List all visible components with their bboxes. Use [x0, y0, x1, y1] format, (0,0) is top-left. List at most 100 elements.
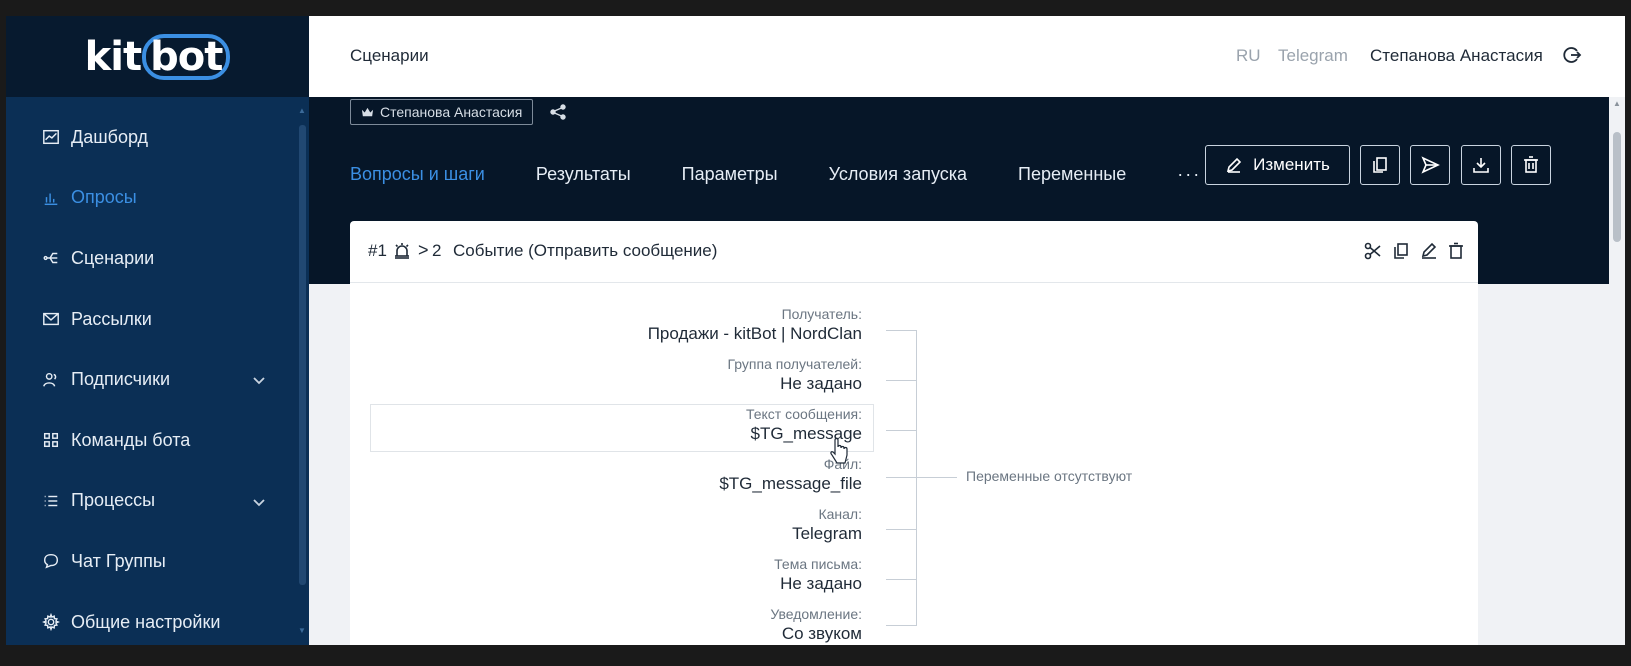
field-value: Telegram [792, 524, 862, 543]
bar-chart-icon [41, 188, 61, 208]
tab-questions-steps[interactable]: Вопросы и шаги [350, 164, 485, 188]
main-area: Сценарии RU Telegram Степанова Анастасия… [309, 16, 1625, 645]
download-button[interactable] [1461, 145, 1501, 185]
topbar: Сценарии RU Telegram Степанова Анастасия [309, 16, 1625, 97]
field-notification[interactable]: Уведомление: Со звуком [770, 605, 862, 645]
channel-switch[interactable]: Telegram [1278, 46, 1348, 66]
user-name[interactable]: Степанова Анастасия [1370, 46, 1543, 66]
mouse-cursor-icon [830, 437, 848, 464]
variables-note: Переменные отсутствуют [966, 468, 1133, 484]
sidebar-item-label: Чат Группы [71, 550, 166, 571]
delete-button[interactable] [1511, 145, 1551, 185]
field-value: Продажи - kitBot | NordClan [647, 324, 862, 343]
connector-line [886, 477, 917, 478]
tab-parameters[interactable]: Параметры [682, 164, 778, 188]
field-recipient-group[interactable]: Группа получателей: Не задано [727, 355, 862, 395]
connector-line [886, 625, 917, 626]
owner-name: Степанова Анастасия [380, 104, 523, 120]
step-title: Событие (Отправить сообщение) [453, 241, 718, 260]
sidebar-item-label: Опросы [71, 187, 137, 208]
connector-line [886, 380, 917, 381]
sidebar-item-subscribers[interactable]: Подписчики [6, 349, 296, 410]
sidebar-item-label: Рассылки [71, 308, 152, 329]
send-icon [1421, 156, 1440, 174]
sidebar-item-surveys[interactable]: Опросы [6, 168, 296, 229]
download-icon [1473, 158, 1489, 173]
main-scroll-thumb[interactable] [1613, 132, 1621, 242]
sidebar-item-bot-commands[interactable]: Команды бота [6, 410, 296, 471]
gear-icon [41, 612, 61, 632]
chevron-down-icon[interactable] [252, 371, 266, 385]
logo-text-bot: bot [142, 33, 231, 80]
sidebar-item-label: Общие настройки [71, 611, 221, 632]
connector-line [886, 579, 917, 580]
field-value: Не задано [780, 374, 862, 393]
field-recipient[interactable]: Получатель: Продажи - kitBot | NordClan [648, 305, 862, 345]
sidebar-scrollbar[interactable]: ▲ ▼ [298, 107, 306, 645]
scroll-up-icon[interactable]: ▲ [298, 107, 306, 115]
scroll-down-icon[interactable]: ▼ [298, 627, 306, 635]
step-number: #1 [368, 241, 387, 260]
copy-icon[interactable] [1392, 242, 1410, 260]
tab-results[interactable]: Результаты [536, 164, 631, 188]
step-card: #1 > 2 Событие (Отправить сообщение) Пол… [350, 221, 1478, 645]
page-title: Сценарии [350, 46, 429, 65]
field-value: Со звуком [781, 624, 862, 643]
field-value: $TG_message_file [719, 474, 862, 493]
copy-icon [1373, 157, 1387, 173]
chart-line-icon [41, 127, 61, 147]
field-label: Группа получателей: [727, 356, 862, 372]
crown-icon [361, 107, 374, 116]
list-icon [41, 491, 61, 511]
owner-badge: Степанова Анастасия [350, 99, 534, 125]
sidebar-item-chat-groups[interactable]: Чат Группы [6, 531, 296, 592]
edit-button[interactable]: Изменить [1205, 145, 1350, 185]
field-label: Текст сообщения: [745, 406, 862, 422]
mail-icon [41, 309, 61, 329]
connector-output [917, 477, 957, 478]
send-button[interactable] [1410, 145, 1450, 185]
field-label: Тема письма: [774, 556, 862, 572]
chat-icon [41, 551, 61, 571]
main-scrollbar[interactable]: ▲ [1609, 97, 1625, 645]
sidebar-item-processes[interactable]: Процессы [6, 471, 296, 532]
field-email-subject[interactable]: Тема письма: Не задано [774, 555, 862, 595]
tab-launch-conditions[interactable]: Условия запуска [829, 164, 967, 188]
field-channel[interactable]: Канал: Telegram [792, 505, 862, 545]
connector-line [886, 430, 917, 431]
sidebar-item-dashboard[interactable]: Дашборд [6, 107, 296, 168]
logout-icon[interactable] [1562, 45, 1582, 65]
sidebar-item-label: Сценарии [71, 247, 155, 268]
next-step-arrow: > [418, 240, 429, 260]
pencil-icon[interactable] [1420, 242, 1438, 260]
pencil-icon [1227, 157, 1242, 173]
trash-icon[interactable] [1447, 242, 1465, 260]
field-label: Канал: [818, 506, 862, 522]
scroll-up-icon[interactable]: ▲ [1613, 99, 1621, 108]
sidebar-nav: Дашборд Опросы Сценарии Рассылки Подписч… [6, 107, 296, 645]
sidebar-item-settings[interactable]: Общие настройки [6, 592, 296, 645]
grid-icon [41, 430, 61, 450]
sidebar-item-label: Команды бота [71, 429, 191, 450]
share-icon[interactable] [549, 103, 567, 121]
logo-text-kit: kit [84, 33, 142, 80]
alarm-icon [393, 242, 411, 260]
sidebar-item-mailings[interactable]: Рассылки [6, 289, 296, 350]
tab-more[interactable]: ··· [1177, 164, 1201, 188]
scissors-icon[interactable] [1364, 242, 1382, 260]
sidebar-item-label: Подписчики [71, 369, 171, 390]
branch-icon [41, 248, 61, 268]
logo[interactable]: kit bot [6, 16, 309, 97]
sidebar-item-label: Дашборд [71, 126, 149, 147]
field-label: Получатель: [781, 306, 862, 322]
chevron-down-icon[interactable] [252, 493, 266, 507]
copy-button[interactable] [1360, 145, 1400, 185]
sidebar-scroll-thumb[interactable] [299, 125, 306, 585]
tab-variables[interactable]: Переменные [1018, 164, 1126, 188]
sidebar: kit bot Дашборд Опросы Сценарии Рассылки … [6, 16, 309, 645]
language-switch[interactable]: RU [1236, 46, 1261, 66]
field-label: Уведомление: [770, 606, 862, 622]
connector-line [886, 330, 917, 331]
sidebar-item-scenarios[interactable]: Сценарии [6, 228, 296, 289]
scenario-tabs: Вопросы и шаги Результаты Параметры Усло… [350, 164, 1201, 188]
